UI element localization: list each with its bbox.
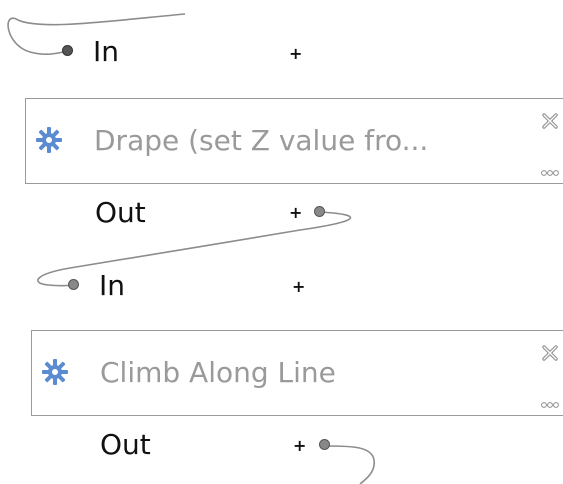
model-canvas[interactable]: In + Drape (set Z value fro... Out + In … xyxy=(0,0,563,484)
close-icon[interactable] xyxy=(540,343,560,363)
climb-in-port-dot[interactable] xyxy=(68,279,79,290)
gear-icon xyxy=(36,127,62,153)
more-options-icon[interactable] xyxy=(540,169,560,177)
drape-out-port-dot[interactable] xyxy=(314,206,325,217)
drape-out-add-button[interactable]: + xyxy=(289,205,302,221)
drape-in-port-dot[interactable] xyxy=(62,45,73,56)
close-icon[interactable] xyxy=(540,111,560,131)
more-options-icon[interactable] xyxy=(540,401,560,409)
climb-in-label: In xyxy=(99,269,126,302)
climb-out-port-dot[interactable] xyxy=(319,439,330,450)
drape-in-add-button[interactable]: + xyxy=(289,46,302,62)
drape-to-climb-wire xyxy=(37,211,352,287)
algorithm-title-drape: Drape (set Z value fro... xyxy=(94,124,429,157)
algorithm-box-drape[interactable]: Drape (set Z value fro... xyxy=(25,98,563,184)
drape-out-label: Out xyxy=(95,196,146,229)
outgoing-wire xyxy=(325,445,375,484)
climb-out-add-button[interactable]: + xyxy=(293,438,306,454)
climb-out-label: Out xyxy=(100,428,151,461)
algorithm-title-climb-along-line: Climb Along Line xyxy=(100,356,336,389)
algorithm-box-climb-along-line[interactable]: Climb Along Line xyxy=(31,330,563,416)
climb-in-add-button[interactable]: + xyxy=(292,279,305,295)
drape-in-label: In xyxy=(93,35,120,68)
gear-icon xyxy=(42,359,68,385)
